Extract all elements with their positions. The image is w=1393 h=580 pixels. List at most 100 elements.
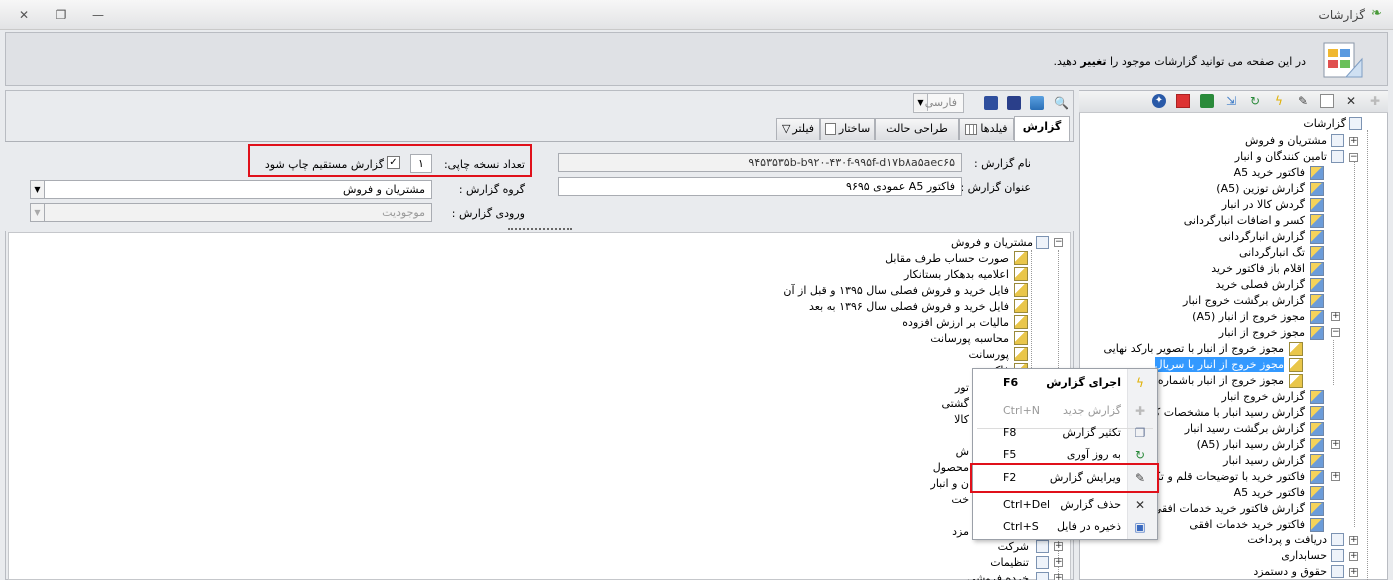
tree-item[interactable]: مجوز خروج از انبار با تصویر بارکد نهایی	[1104, 341, 1285, 356]
tree-item[interactable]: گزارش رسید انبار با مشخصات کالا	[1145, 405, 1305, 420]
tree-item[interactable]: فاکتور خرید A5	[1234, 165, 1305, 180]
tree-item[interactable]: مجوز خروج از انبار	[1219, 325, 1305, 340]
tree-item[interactable]: اعلامیه بدهکار بستانکار	[904, 267, 1009, 282]
tree-item[interactable]: گشتی	[941, 396, 969, 411]
save-icon[interactable]	[984, 96, 998, 110]
collapse-icon[interactable]: −	[1349, 153, 1358, 162]
close-window-button[interactable]: ✕	[16, 8, 32, 22]
tree-item[interactable]: فایل خرید و فروش فصلی سال ۱۳۹۶ به بعد	[809, 299, 1009, 314]
tree-item[interactable]: اقلام باز فاکتور خرید	[1211, 261, 1305, 276]
tree-item[interactable]: کالا	[954, 412, 969, 427]
add-report-icon[interactable]: ✚	[1368, 94, 1382, 108]
expand-icon[interactable]: +	[1349, 568, 1358, 577]
tree-node-sales[interactable]: مشتریان و فروش	[1245, 133, 1327, 148]
tree-item[interactable]: محصول	[933, 460, 969, 475]
menu-item[interactable]: ❐ تکثیر گزارش F8	[973, 422, 1157, 444]
menu-item-shortcut: Ctrl+S	[1003, 520, 1039, 533]
expand-icon[interactable]: +	[1349, 552, 1358, 561]
lightning-icon[interactable]: ϟ	[1272, 94, 1286, 108]
report-title-field[interactable]: فاکتور A5 عمودی ۹۶۹۵	[558, 177, 962, 196]
tree-item[interactable]: گزارش برگشت خروج انبار	[1183, 293, 1305, 308]
menu-item[interactable]: ϟ اجرای گزارش F6	[973, 372, 1157, 394]
tree-node[interactable]: دریافت و پرداخت	[1247, 532, 1327, 547]
tree-item[interactable]: گزارش برگشت رسید انبار	[1185, 421, 1305, 436]
restore-window-button[interactable]: ❐	[53, 8, 69, 22]
report-icon	[1310, 326, 1324, 340]
tree-item[interactable]: فاکتور خرید با توضیحات قلم و تکرار	[1140, 469, 1305, 484]
edit-icon[interactable]: ✎	[1296, 94, 1310, 108]
import-icon[interactable]: ⇲	[1224, 94, 1238, 108]
save-file-icon[interactable]	[1200, 94, 1214, 108]
collapse-icon[interactable]: −	[1054, 238, 1063, 247]
settings-icon[interactable]: ✦	[1152, 94, 1166, 108]
copy-icon[interactable]	[1320, 94, 1334, 108]
script-icon	[1014, 299, 1028, 313]
expand-icon[interactable]: +	[1054, 542, 1063, 551]
grid-icon	[965, 123, 978, 135]
tree-item[interactable]: فاکتور خرید خدمات افقی	[1189, 517, 1305, 532]
folder-icon	[1331, 565, 1344, 578]
tree-item[interactable]: گردش کالا در انبار	[1222, 197, 1305, 212]
tree-item[interactable]: گزارش رسید انبار	[1223, 453, 1305, 468]
delete-icon[interactable]: ✕	[1344, 94, 1358, 108]
tree-node[interactable]: حسابداری	[1281, 548, 1327, 563]
tree-node[interactable]: خرده فروشی	[967, 571, 1029, 580]
tree-item[interactable]: گزارش فاکتور خرید خدمات افقی	[1153, 501, 1305, 516]
tree-item[interactable]: تگ انبارگردانی	[1239, 245, 1305, 260]
expand-icon[interactable]: +	[1349, 137, 1358, 146]
tree-item[interactable]: خت	[951, 492, 969, 507]
report-name-field[interactable]: ۹۴۵۳۵۳۵b-b۹۲۰-۴۳۰f-۹۹۵f-d۱۷b۸a۵aec۶۵	[558, 153, 962, 172]
tree-item[interactable]: مزد	[952, 524, 969, 539]
tree-item[interactable]: ن و انبار	[931, 476, 969, 491]
tab-fields[interactable]: فیلدها	[959, 118, 1014, 140]
pdf-icon[interactable]	[1176, 94, 1190, 108]
expand-icon[interactable]: +	[1331, 472, 1340, 481]
tab-filter[interactable]: فیلتر▽	[776, 118, 820, 140]
report-group-select[interactable]: مشتریان و فروش	[30, 180, 432, 199]
tree-node-sales[interactable]: مشتریان و فروش	[951, 235, 1033, 250]
save-as-icon[interactable]	[1007, 96, 1021, 110]
tree-node-suppliers-warehouse[interactable]: تامین کنندگان و انبار	[1235, 149, 1327, 164]
tree-item[interactable]: پورسانت	[969, 347, 1010, 362]
splitter-grip[interactable]	[508, 228, 572, 232]
tree-item[interactable]: مالیات بر ارزش افزوده	[902, 315, 1009, 330]
expand-icon[interactable]: +	[1349, 536, 1358, 545]
tree-item[interactable]: محاسبه پورسانت	[930, 331, 1009, 346]
tree-item[interactable]: کسر و اضافات انبارگردانی	[1184, 213, 1305, 228]
tab-structure[interactable]: ساختار	[820, 118, 875, 140]
highlight-edit-report	[970, 463, 1159, 493]
tree-item-selected[interactable]: مجوز خروج از انبار با سریال	[1154, 357, 1284, 372]
tree-item[interactable]: گزارش فصلی خرید	[1216, 277, 1305, 292]
expand-icon[interactable]: +	[1331, 440, 1340, 449]
expand-icon[interactable]: +	[1331, 312, 1340, 321]
tab-report[interactable]: گزارش	[1014, 116, 1070, 153]
tree-item[interactable]: تور	[955, 380, 969, 395]
tree-node[interactable]: حقوق و دستمزد	[1253, 564, 1327, 579]
tree-item[interactable]: صورت حساب طرف مقابل	[885, 251, 1009, 266]
tree-node[interactable]: شرکت	[998, 539, 1029, 554]
tree-node[interactable]: تنظیمات	[990, 555, 1029, 570]
expand-icon[interactable]: +	[1054, 558, 1063, 567]
design-icon[interactable]	[1030, 96, 1044, 110]
tree-root-reports[interactable]: گزارشات	[1303, 116, 1346, 131]
language-select[interactable]: ▼ فارسی	[913, 93, 964, 113]
tree-item[interactable]: مجوز خروج از انبار (A5)	[1192, 309, 1305, 324]
tree-item[interactable]: فایل خرید و فروش فصلی سال ۱۳۹۵ و قبل از …	[783, 283, 1009, 298]
delete-icon: ✕	[1134, 498, 1146, 512]
tree-item[interactable]: فاکتور خرید A5	[1234, 485, 1305, 500]
preview-icon[interactable]: 🔍	[1054, 96, 1069, 110]
refresh-icon[interactable]: ↻	[1248, 94, 1262, 108]
tab-dynamic-design[interactable]: طراحی حالت پویا	[875, 118, 959, 155]
tree-item[interactable]: گزارش توزین (A5)	[1216, 181, 1305, 196]
tree-item[interactable]: گزارش انبارگردانی	[1219, 229, 1305, 244]
collapse-icon[interactable]: −	[1331, 328, 1340, 337]
menu-item[interactable]: ✕ حذف گزارش Ctrl+Del	[973, 494, 1157, 516]
report-input-value: موجودیت	[382, 206, 425, 219]
expand-icon[interactable]: +	[1054, 574, 1063, 580]
highlight-print-settings	[248, 144, 532, 177]
tree-item[interactable]: ش	[956, 444, 969, 459]
tree-item[interactable]: گزارش خروج انبار	[1222, 389, 1305, 404]
minimize-window-button[interactable]: —	[90, 8, 106, 22]
tree-item[interactable]: گزارش رسید انبار (A5)	[1197, 437, 1305, 452]
menu-item[interactable]: ▣ ذخیره در فایل Ctrl+S	[973, 516, 1157, 538]
